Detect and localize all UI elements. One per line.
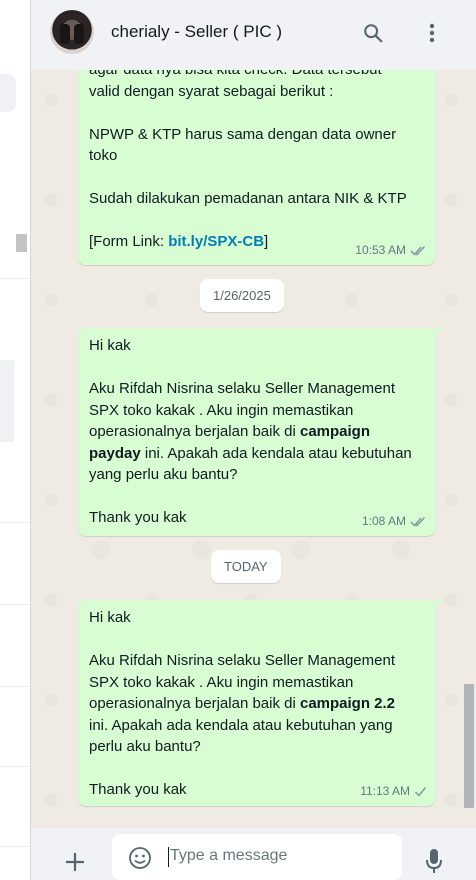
- message-time: 10:53 AM: [355, 242, 406, 257]
- search-icon[interactable]: [360, 20, 386, 46]
- message-bold-text: campaign 2.2: [299, 695, 396, 712]
- selected-chat-edge[interactable]: [0, 360, 14, 442]
- conversation-panel: cherialy - Seller ( PIC ) agar data nya …: [31, 0, 476, 880]
- message-time: 1:08 AM: [361, 513, 406, 528]
- message-bubble-outgoing[interactable]: Hi kak Aku Rifdah Nisrina selaku Seller …: [78, 600, 442, 806]
- divider: [0, 522, 30, 523]
- message-bubble-outgoing[interactable]: agar data nya bisa kita check. Data ters…: [78, 70, 435, 265]
- divider: [0, 846, 30, 847]
- message-bold-text: payday: [89, 444, 141, 462]
- chat-list-panel-edge: [0, 0, 31, 880]
- bubble-tail: [434, 600, 442, 610]
- form-link-suffix: ]: [264, 233, 269, 250]
- conversation-header[interactable]: cherialy - Seller ( PIC ): [31, 0, 476, 71]
- message-placeholder: Type a message: [170, 847, 288, 864]
- double-check-icon: [410, 245, 426, 256]
- date-chip: TODAY: [211, 550, 281, 583]
- message-list[interactable]: agar data nya bisa kita check. Data ters…: [31, 70, 476, 828]
- message-time: 11:13 AM: [360, 783, 410, 798]
- date-chip: 1/26/2025: [200, 279, 284, 312]
- divider: [0, 278, 30, 279]
- avatar[interactable]: [50, 10, 94, 54]
- divider: [0, 604, 30, 605]
- divider: [0, 766, 30, 767]
- emoji-icon[interactable]: [126, 844, 154, 872]
- chat-list-search-edge[interactable]: [0, 74, 16, 112]
- single-check-icon: [414, 786, 427, 797]
- bubble-tail: [434, 328, 442, 338]
- chat-list-scrollbar[interactable]: [16, 234, 27, 252]
- message-bubble-outgoing[interactable]: Hi kak Aku Rifdah Nisrina selaku Seller …: [78, 328, 442, 536]
- more-vertical-icon[interactable]: [419, 20, 445, 46]
- message-text: ini. Apakah ada kendala atau kebutuhan y…: [89, 716, 393, 799]
- form-link-prefix: [Form Link:: [89, 233, 169, 250]
- compose-bar: Type a message: [31, 828, 476, 880]
- text-cursor: [168, 847, 169, 867]
- message-list-scrollbar[interactable]: [464, 684, 474, 808]
- message-input[interactable]: Type a message: [112, 834, 402, 880]
- plus-icon[interactable]: [61, 848, 89, 876]
- contact-name[interactable]: cherialy - Seller ( PIC ): [111, 22, 282, 42]
- microphone-icon[interactable]: [421, 846, 447, 876]
- divider: [0, 686, 30, 687]
- message-text: agar data nya bisa kita check. Data ters…: [89, 70, 407, 207]
- double-check-icon: [410, 516, 426, 527]
- message-bold-text: campaign: [299, 423, 371, 440]
- form-link[interactable]: bit.ly/SPX-CB: [168, 233, 264, 250]
